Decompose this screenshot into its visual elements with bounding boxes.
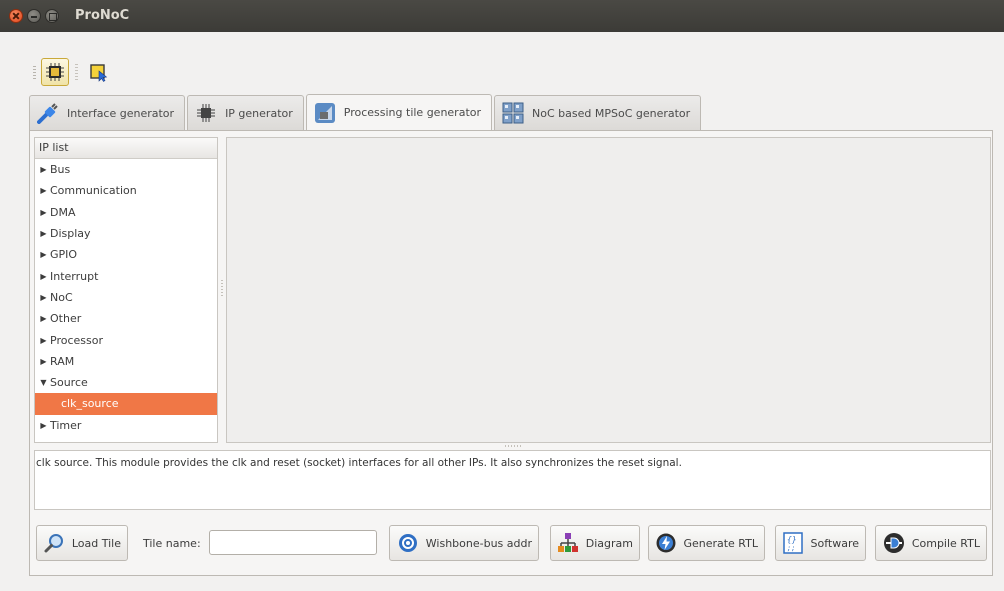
ip-description-box: clk source. This module provides the clk…	[34, 450, 991, 510]
tree-item-gpio[interactable]: ▶ GPIO	[35, 244, 217, 265]
expand-arrow-icon[interactable]: ▶	[37, 293, 50, 302]
tab-label: Interface generator	[67, 106, 175, 120]
noc-grid-icon	[501, 101, 525, 125]
expand-arrow-icon[interactable]: ▶	[37, 208, 50, 217]
title-bar: ProNoC	[0, 0, 1004, 32]
compile-connector-icon	[882, 531, 906, 555]
maximize-window-button[interactable]	[45, 9, 59, 23]
ip-list-header[interactable]: IP list	[35, 138, 217, 159]
software-button[interactable]: {};; Software	[775, 525, 866, 561]
tile-name-input[interactable]	[209, 530, 377, 555]
expand-arrow-icon[interactable]: ▶	[37, 314, 50, 323]
tree-item-label: Other	[50, 312, 82, 326]
compile-rtl-button[interactable]: Compile RTL	[875, 525, 987, 561]
button-label: Software	[810, 536, 860, 550]
ip-description-text: clk source. This module provides the clk…	[36, 457, 682, 469]
button-label: Diagram	[585, 536, 633, 550]
expand-arrow-icon[interactable]: ▶	[37, 229, 50, 238]
magnifier-icon	[43, 531, 66, 555]
tab-processing-tile-generator[interactable]: Processing tile generator	[305, 94, 493, 130]
tree-item-label: Timer	[50, 418, 82, 432]
toolbar-chip-button[interactable]	[41, 58, 69, 86]
gear-icon	[396, 531, 420, 555]
ip-chip-icon	[194, 101, 218, 125]
tile-name-label: Tile name:	[143, 537, 201, 550]
tree-item-bus[interactable]: ▶ Bus	[35, 159, 217, 180]
window-title: ProNoC	[75, 8, 130, 23]
interface-plug-icon	[36, 101, 60, 125]
tab-ip-generator[interactable]: IP generator	[187, 95, 304, 130]
expand-arrow-icon[interactable]: ▶	[37, 250, 50, 259]
expand-arrow-icon[interactable]: ▶	[37, 357, 50, 366]
tree-item-label: Communication	[50, 184, 137, 198]
tab-noc-mpsoc-generator[interactable]: NoC based MPSoC generator	[494, 95, 702, 130]
button-label: Generate RTL	[683, 536, 758, 550]
tile-canvas[interactable]	[226, 137, 991, 443]
expand-arrow-icon[interactable]: ▶	[37, 272, 50, 281]
tree-item-label: Bus	[50, 163, 71, 177]
tree-item-label: Interrupt	[50, 269, 99, 283]
svg-text:{}: {}	[787, 535, 797, 544]
diagram-button[interactable]: Diagram	[550, 525, 640, 561]
tree-item-communication[interactable]: ▶ Communication	[35, 180, 217, 201]
vertical-splitter-handle[interactable]	[221, 280, 223, 298]
toolbar-grip[interactable]	[33, 66, 36, 80]
horizontal-splitter-handle[interactable]	[505, 445, 521, 447]
svg-text:;;: ;;	[787, 544, 795, 552]
toolbar-select-button[interactable]	[85, 58, 113, 86]
code-document-icon: {};;	[782, 531, 805, 555]
expand-arrow-icon[interactable]: ▶	[37, 165, 50, 174]
chip-icon	[46, 63, 64, 81]
tree-item-label: Processor	[50, 333, 103, 347]
tree-item-label: NoC	[50, 290, 73, 304]
tree-item-label: DMA	[50, 205, 76, 219]
toolbar-separator	[75, 64, 78, 80]
tree-item-label: Display	[50, 227, 91, 241]
expand-arrow-icon[interactable]: ▶	[37, 336, 50, 345]
tab-label: IP generator	[225, 106, 293, 120]
tree-item-interrupt[interactable]: ▶ Interrupt	[35, 265, 217, 286]
button-label: Compile RTL	[911, 536, 980, 550]
select-cursor-icon	[90, 64, 108, 82]
tab-label: Processing tile generator	[343, 106, 482, 119]
tree-item-source[interactable]: ▼ Source	[35, 372, 217, 393]
hierarchy-diagram-icon	[557, 531, 580, 555]
tab-label: NoC based MPSoC generator	[532, 106, 691, 120]
wishbone-bus-addr-button[interactable]: Wishbone-bus addr	[389, 525, 539, 561]
power-bolt-icon	[655, 531, 677, 555]
tree-item-timer[interactable]: ▶ Timer	[35, 415, 217, 436]
tree-item-label: GPIO	[50, 248, 78, 262]
load-tile-button[interactable]: Load Tile	[36, 525, 128, 561]
tree-item-label: Source	[50, 376, 88, 390]
ip-list-tree[interactable]: IP list ▶ Bus ▶ Communication ▶ DMA ▶ Displa…	[34, 137, 218, 443]
button-label: Wishbone-bus addr	[425, 536, 532, 550]
tree-item-noc[interactable]: ▶ NoC	[35, 287, 217, 308]
tab-interface-generator[interactable]: Interface generator	[29, 95, 186, 130]
generate-rtl-button[interactable]: Generate RTL	[648, 525, 765, 561]
tree-item-processor[interactable]: ▶ Processor	[35, 329, 217, 350]
generator-tabs: Interface generator IP generator Process…	[29, 94, 703, 131]
tile-icon	[313, 101, 337, 125]
tree-item-ram[interactable]: ▶ RAM	[35, 351, 217, 372]
tree-item-other[interactable]: ▶ Other	[35, 308, 217, 329]
tree-item-clk-source[interactable]: clk_source	[35, 393, 217, 415]
tree-item-label: RAM	[50, 354, 75, 368]
collapse-arrow-icon[interactable]: ▼	[37, 378, 50, 387]
tree-item-label: clk_source	[61, 397, 119, 411]
button-label: Load Tile	[71, 536, 121, 550]
expand-arrow-icon[interactable]: ▶	[37, 186, 50, 195]
expand-arrow-icon[interactable]: ▶	[37, 421, 50, 430]
tree-item-display[interactable]: ▶ Display	[35, 223, 217, 244]
close-window-button[interactable]	[9, 9, 23, 23]
minimize-window-button[interactable]	[27, 9, 41, 23]
tree-item-dma[interactable]: ▶ DMA	[35, 202, 217, 223]
